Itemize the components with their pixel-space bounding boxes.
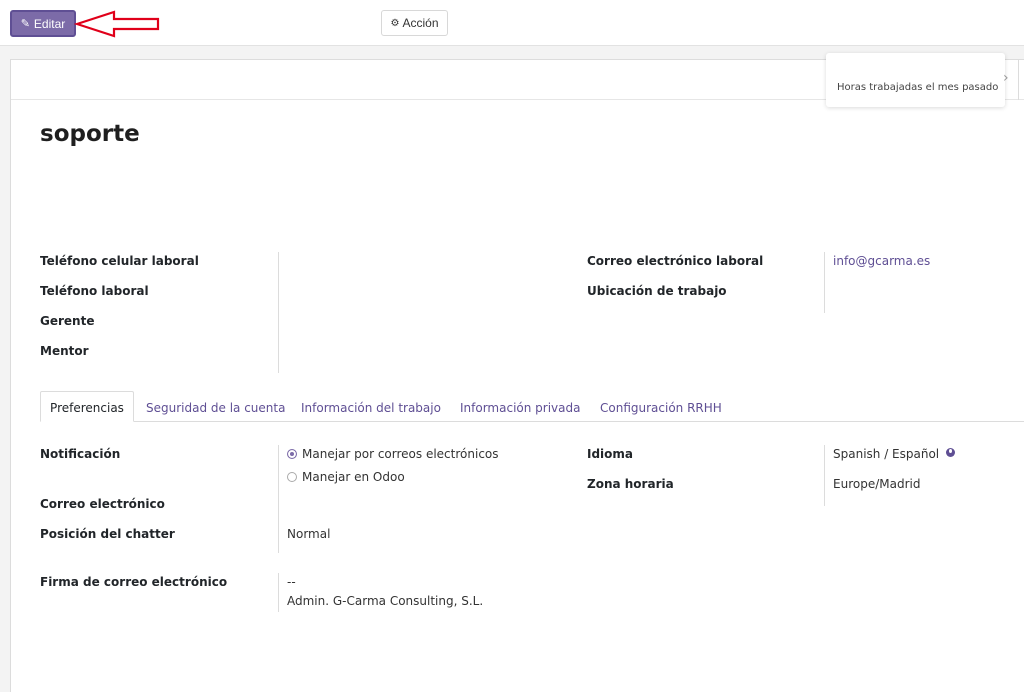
tab-informacion-trabajo[interactable]: Información del trabajo — [301, 391, 441, 422]
red-arrow-annotation — [74, 10, 160, 38]
email-label: Correo electrónico — [40, 497, 165, 511]
action-button[interactable]: ⚙ Acción — [381, 10, 448, 36]
timezone-value[interactable]: Europe/Madrid — [833, 477, 920, 491]
tab-preferencias[interactable]: Preferencias — [40, 391, 134, 422]
field-divider — [824, 445, 825, 506]
tab-configuracion-rrhh[interactable]: Configuración RRHH — [600, 391, 722, 422]
notification-odoo-radio[interactable] — [287, 472, 297, 482]
control-panel: ✎ Editar ⚙ Acción — [0, 0, 1024, 46]
mobile-phone-label: Teléfono celular laboral — [40, 254, 199, 268]
notification-odoo-option[interactable]: Manejar en Odoo — [302, 470, 405, 484]
email-signature-label: Firma de correo electrónico — [40, 575, 228, 589]
notification-email-radio[interactable] — [287, 449, 297, 459]
edit-button[interactable]: ✎ Editar — [10, 10, 76, 37]
gear-icon: ⚙ — [390, 17, 400, 29]
notebook-tabs: Preferencias Seguridad de la cuenta Info… — [40, 391, 1024, 422]
divider — [1018, 59, 1019, 100]
manager-label: Gerente — [40, 314, 95, 328]
chatter-position-label: Posición del chatter — [40, 527, 175, 541]
action-button-label: Acción — [402, 16, 439, 30]
tab-informacion-privada[interactable]: Información privada — [460, 391, 580, 422]
field-divider — [278, 445, 279, 553]
notification-email-option[interactable]: Manejar por correos electrónicos — [302, 447, 499, 461]
field-divider — [278, 252, 279, 373]
pencil-icon: ✎ — [20, 18, 30, 30]
chatter-position-value[interactable]: Normal — [287, 527, 330, 541]
language-value[interactable]: Spanish / Español — [833, 447, 939, 461]
record-title: soporte — [40, 121, 140, 147]
worked-hours-stat-button[interactable]: Horas trabajadas el mes pasado — [826, 53, 1005, 107]
tab-seguridad[interactable]: Seguridad de la cuenta — [146, 391, 285, 422]
timezone-label: Zona horaria — [587, 477, 674, 491]
email-signature-line1[interactable]: -- — [287, 575, 296, 589]
chevron-right-icon[interactable]: › — [1003, 70, 1009, 86]
email-signature-line2[interactable]: Admin. G-Carma Consulting, S.L. — [287, 594, 483, 608]
notification-label: Notificación — [40, 447, 121, 461]
stat-button-label: Horas trabajadas el mes pasado — [837, 81, 999, 93]
globe-icon[interactable] — [946, 448, 955, 457]
work-location-label: Ubicación de trabajo — [587, 284, 727, 298]
edit-button-label: Editar — [33, 16, 66, 31]
work-email-label: Correo electrónico laboral — [587, 254, 764, 268]
field-divider — [278, 573, 279, 612]
work-phone-label: Teléfono laboral — [40, 284, 149, 298]
coach-label: Mentor — [40, 344, 89, 358]
form-sheet — [10, 59, 1024, 692]
field-divider — [824, 252, 825, 313]
language-label: Idioma — [587, 447, 634, 461]
work-email-value[interactable]: info@gcarma.es — [833, 254, 930, 268]
